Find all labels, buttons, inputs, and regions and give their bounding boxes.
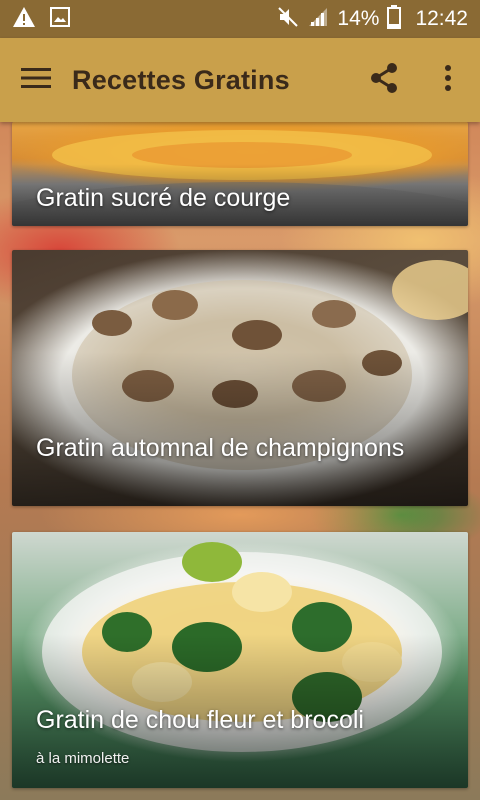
more-options-button[interactable] [416,38,480,122]
recipe-card[interactable]: Gratin automnal de champignons [12,250,468,506]
status-bar: 14% 12:42 [0,0,480,38]
warning-icon [12,6,36,33]
page-title: Recettes Gratins [72,64,290,95]
battery-icon [387,4,402,34]
app-toolbar: Recettes Gratins [0,38,480,122]
signal-icon [307,7,329,32]
menu-button[interactable] [0,38,72,122]
recipe-card[interactable]: Gratin de chou fleur et brocoli à la mim… [12,532,468,788]
clock: 12:42 [415,7,468,30]
battery-percent: 14% [337,7,380,30]
recipe-title: Gratin de chou fleur et brocoli [36,706,364,734]
mute-icon [277,6,299,33]
recipe-title: Gratin sucré de courge [36,184,291,212]
recipe-list: Gratin sucré de courge Gratin automnal d… [0,122,480,800]
image-icon [50,6,70,32]
hamburger-icon [21,67,51,94]
more-vert-icon [444,64,452,97]
share-button[interactable] [352,38,416,122]
share-icon [369,62,399,99]
recipe-card[interactable]: Gratin sucré de courge [12,122,468,226]
recipe-subtitle: à la mimolette [36,750,130,767]
recipe-title: Gratin automnal de champignons [36,434,405,462]
